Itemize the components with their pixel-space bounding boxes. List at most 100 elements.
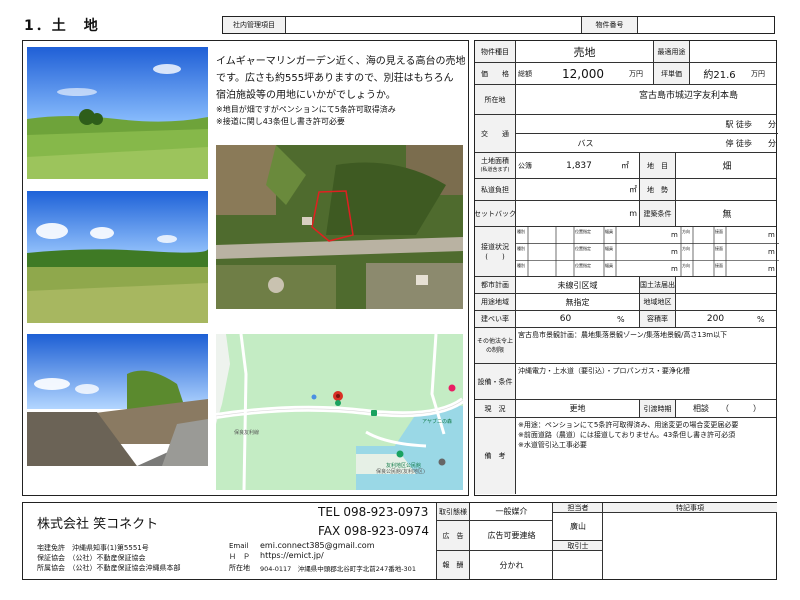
facilities-label: 設備・条件 <box>475 364 515 399</box>
license-text: 宅建免許 沖縄県知事(1)第5551号 <box>37 544 149 552</box>
stop-text: 停 徒歩 分 <box>725 139 776 148</box>
road-position-label-2: 位置指定 <box>575 246 591 251</box>
map-poi-1: アヤブニの森 <box>422 419 453 425</box>
other-law-value: 宮古島市景観計画：農地集落景観ゾーン/集落地景観/高さ13m以下 <box>515 328 778 363</box>
road-position-label-1: 位置指定 <box>575 229 591 234</box>
district-label: 地域地区 <box>639 294 675 310</box>
road-status-paren: ( ) <box>485 252 505 261</box>
tel-number: TEL 098-923-0973 <box>318 505 429 519</box>
site-photo-2 <box>27 191 208 323</box>
remarks-list: ※用途：ペンションにて5条許可取得済み、用途変更の場合変更届必要 ※前面道路（農… <box>515 418 778 494</box>
land-area-label-cell: 土地面積 (私道含まず) <box>475 153 515 178</box>
type-value: 売地 <box>515 41 653 62</box>
location-value: 宮古島市城辺字友利本島 <box>515 85 778 114</box>
far-value: 200 <box>675 311 755 327</box>
bcr-value: 60 <box>515 311 615 327</box>
setback-unit: m <box>515 201 639 226</box>
price-unit: 万円 <box>629 69 643 78</box>
far-label: 容積率 <box>639 311 675 327</box>
bcr-label: 建ぺい率 <box>475 311 515 327</box>
price-total-label: 総額 <box>515 63 539 84</box>
other-law-label: その他法令上の制限 <box>475 328 515 363</box>
description-line-3: 宿泊施設等の用地にいかがでしょうか。 <box>216 90 396 101</box>
addr-label: 所在地 <box>229 564 250 572</box>
road-kind-label-2: 種別 <box>517 246 525 251</box>
road-kind-label-1: 種別 <box>517 229 525 234</box>
bus-label: バス <box>515 134 655 153</box>
remarks-label: 備 考 <box>475 418 515 494</box>
location-map: 保良友利線 アヤブニの森 友利地区公民館 保良公民館(友利地区) <box>216 334 463 490</box>
road-frontage-unit-1: m <box>768 231 775 239</box>
ad-label: 広 告 <box>437 521 469 550</box>
chisei-label: 地 勢 <box>639 179 675 200</box>
remark-3: ※水道管引込工事必要 <box>518 441 587 449</box>
chimoku-label: 地 目 <box>639 153 675 178</box>
road-position-label-3: 位置指定 <box>575 263 591 268</box>
deal-label: 取引態様 <box>437 503 469 520</box>
build-cond-value: 無 <box>675 201 778 226</box>
addr-text: 904-0117 沖縄県中頭郡北谷町字北前247番地-301 <box>260 565 416 573</box>
road-direction-label-1: 方向 <box>682 229 690 234</box>
photo-panel: イムギャーマリンガーデン近く、海の見える高台の売地 です。広さも約555坪ありま… <box>22 40 469 496</box>
agent-value: 廣山 <box>553 513 603 541</box>
remark-2: ※前面道路（農道）には接道しておりません。43条但し書き許可必須 <box>518 431 736 439</box>
page-title: 1．土 地 <box>24 18 100 34</box>
dealer-label: 取引士 <box>553 541 603 551</box>
road-status-grid: 種別 位置指定 幅員 m 方向 接面 m 種別 位置指定 幅員 m 方向 接面 … <box>515 227 779 277</box>
hp-link[interactable]: https://emict.jp/ <box>260 551 324 560</box>
tsubo-unit: 万円 <box>751 69 765 78</box>
hp-label: Ｈ Ｐ <box>229 553 250 561</box>
site-photo-1 <box>27 47 208 179</box>
road-kind-label-3: 種別 <box>517 263 525 268</box>
land-area-sub: (私道含まず) <box>480 166 510 173</box>
road-width-unit-2: m <box>671 248 678 256</box>
description-note-2: ※接道に関し43条但し書き許可必要 <box>216 117 345 126</box>
aerial-photo <box>216 145 463 309</box>
email-link[interactable]: emi.connect385@gmail.com <box>260 541 375 550</box>
best-use-value <box>689 41 778 62</box>
road-direction-label-2: 方向 <box>682 246 690 251</box>
fax-number: FAX 098-923-0974 <box>318 524 430 538</box>
land-law-label: 国土法届出 <box>639 277 675 293</box>
agent-table: 担当者 廣山 取引士 <box>552 503 603 579</box>
description-line-2: です。広さも約555坪ありますので、別荘はもちろん <box>216 73 454 84</box>
road-frontage-unit-2: m <box>768 248 775 256</box>
road-frontage-label-2: 接面 <box>715 246 723 251</box>
property-no-label: 物件番号 <box>581 17 637 33</box>
station-text: 駅 徒歩 分 <box>515 115 778 134</box>
tsubo-label: 坪単価 <box>653 63 689 84</box>
fee-label: 報 酬 <box>437 551 469 579</box>
zoning-label: 用途地域 <box>475 294 515 310</box>
mgmt-label: 社内管理項目 <box>223 17 285 33</box>
land-area-kind: 公簿 <box>515 153 539 178</box>
handover-label: 引渡時期 <box>639 400 675 417</box>
bcr-unit: % <box>617 314 625 324</box>
type-label: 物件種目 <box>475 41 515 62</box>
far-unit: % <box>757 314 765 324</box>
header-management-box: 社内管理項目 物件番号 <box>222 16 775 34</box>
land-law-value <box>675 277 778 293</box>
setback-label: セットバック <box>475 201 515 226</box>
facilities-value: 沖縄電力・上水道（要引込）・プロパンガス・要浄化槽 <box>515 364 778 399</box>
chimoku-value: 畑 <box>675 153 778 178</box>
tsubo-value: 約21.6 <box>689 63 749 84</box>
road-width-unit-3: m <box>671 265 678 273</box>
member-text: 所属協会 （公社）不動産保証協会沖縄県本部 <box>37 564 181 572</box>
email-label: Email <box>229 542 249 550</box>
handover-value: 相談 （ ） <box>675 400 778 417</box>
special-label: 特記事項 <box>603 503 777 513</box>
land-area-unit: ㎡ <box>621 161 629 170</box>
price-label: 価 格 <box>475 63 515 84</box>
road-direction-label-3: 方向 <box>682 263 690 268</box>
road-frontage-label-3: 接面 <box>715 263 723 268</box>
ad-value: 広告可要連絡 <box>469 521 553 550</box>
property-info-table: 物件種目 売地 最適用途 価 格 総額 12,000 万円 坪単価 約21.6 … <box>474 40 779 496</box>
district-value <box>675 294 778 310</box>
fee-value: 分かれ <box>469 551 553 579</box>
city-plan-label: 都市計画 <box>475 277 515 293</box>
private-road-label: 私道負担 <box>475 179 515 200</box>
location-label: 所在地 <box>475 85 515 114</box>
chisei-value <box>675 179 778 200</box>
status-label: 現 況 <box>475 400 515 417</box>
map-road-label: 保良友利線 <box>234 430 260 436</box>
